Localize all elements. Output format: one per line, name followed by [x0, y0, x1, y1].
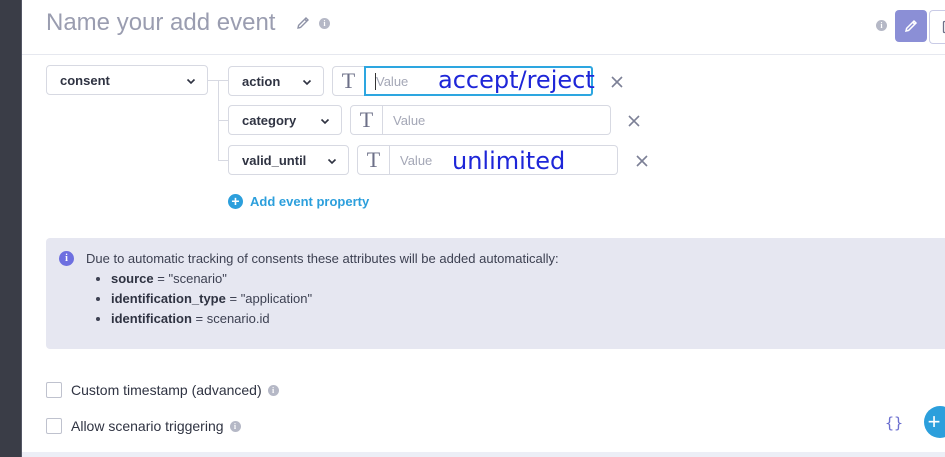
value-type-button[interactable]: T [350, 105, 383, 135]
page-title[interactable]: Name your add event [46, 9, 275, 37]
edit-mode-button[interactable] [895, 10, 927, 42]
add-event-property-button[interactable]: + Add event property [228, 194, 369, 209]
chevron-down-icon [186, 78, 196, 85]
tree-connector [218, 160, 228, 161]
property-key-value: valid_until [242, 153, 307, 168]
custom-timestamp-option[interactable]: Custom timestamp (advanced) i [46, 382, 279, 398]
title-info-icon[interactable]: i [319, 18, 330, 29]
sidebar-edge [0, 0, 22, 457]
custom-timestamp-checkbox[interactable] [46, 382, 62, 398]
allow-triggering-checkbox[interactable] [46, 418, 62, 434]
close-icon[interactable] [610, 75, 624, 89]
property-key-select[interactable]: valid_until [228, 145, 349, 175]
allow-triggering-label[interactable]: Allow scenario triggering [71, 418, 224, 434]
value-placeholder: Value [376, 74, 409, 89]
allow-triggering-info-icon[interactable]: i [229, 420, 241, 432]
list-item: identification_type = "application" [111, 289, 312, 309]
attribute-value: scenario.id [206, 311, 270, 326]
attribute-operator: = [153, 271, 169, 286]
header-info-icon[interactable]: i [876, 20, 887, 31]
value-placeholder: Value [400, 153, 433, 168]
code-mode-button[interactable] [929, 10, 945, 44]
pencil-icon [904, 19, 918, 33]
custom-timestamp-label[interactable]: Custom timestamp (advanced) [71, 382, 262, 398]
list-item: source = "scenario" [111, 269, 312, 289]
event-name-select[interactable]: consent [46, 65, 208, 95]
chevron-down-icon [320, 118, 330, 125]
value-placeholder: Value [393, 113, 426, 128]
property-key-select[interactable]: action [228, 66, 324, 96]
header: Name your add event i i [22, 0, 945, 55]
info-icon: i [59, 251, 74, 266]
custom-timestamp-info-icon[interactable]: i [267, 384, 279, 396]
property-key-value: action [242, 74, 281, 89]
attribute-operator: = [225, 291, 241, 306]
text-type-icon: T [359, 107, 374, 132]
value-type-button[interactable]: T [332, 66, 365, 96]
property-key-value: category [242, 113, 297, 128]
add-event-property-label: Add event property [250, 194, 370, 209]
bottom-edge [22, 452, 945, 457]
value-type-button[interactable]: T [357, 145, 390, 175]
chevron-down-icon [327, 158, 337, 165]
property-value-input[interactable]: Value [383, 105, 611, 135]
plus-circle-icon: + [228, 194, 243, 209]
tree-connector [218, 120, 228, 121]
close-icon[interactable] [635, 154, 649, 168]
add-fab-button[interactable]: + [924, 406, 945, 438]
event-name-value: consent [60, 73, 110, 88]
text-type-icon: T [366, 147, 381, 172]
handwritten-annotation: unlimited [452, 147, 566, 175]
list-item: identification = scenario.id [111, 309, 312, 329]
attribute-key: identification [111, 311, 192, 326]
attribute-key: source [111, 271, 154, 286]
attribute-operator: = [191, 311, 207, 326]
pencil-icon[interactable] [295, 15, 311, 31]
attribute-value: "scenario" [168, 271, 227, 286]
json-view-button[interactable]: {} [877, 408, 911, 438]
text-type-icon: T [341, 68, 356, 93]
attribute-value: "application" [240, 291, 313, 306]
allow-triggering-option[interactable]: Allow scenario triggering i [46, 418, 241, 434]
chevron-down-icon [302, 79, 312, 86]
attribute-key: identification_type [111, 291, 226, 306]
property-key-select[interactable]: category [228, 105, 342, 135]
auto-attributes-notice: i Due to automatic tracking of consents … [46, 238, 945, 349]
notice-text: Due to automatic tracking of consents th… [86, 251, 559, 266]
close-icon[interactable] [627, 114, 641, 128]
auto-attributes-list: source = "scenario" identification_type … [93, 269, 312, 329]
handwritten-annotation: accept/reject [438, 66, 595, 94]
